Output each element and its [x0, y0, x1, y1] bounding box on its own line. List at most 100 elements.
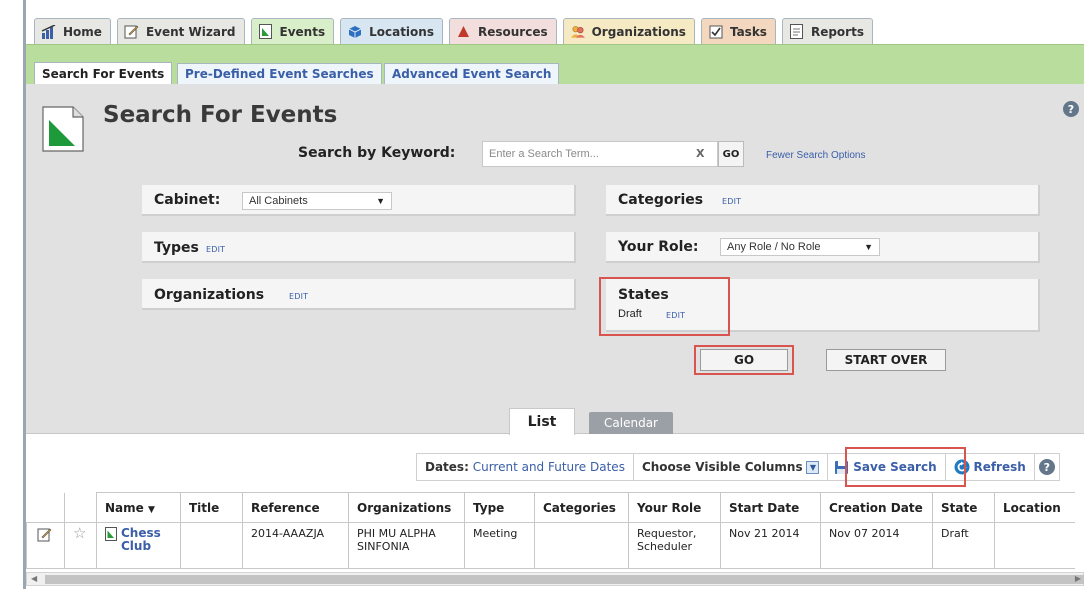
event-creation-date-cell: Nov 07 2014	[820, 522, 933, 569]
organizations-edit-link[interactable]: EDIT	[289, 292, 308, 301]
tab-calendar-view[interactable]: Calendar	[589, 412, 673, 434]
home-icon	[41, 24, 57, 40]
event-reference-cell: 2014-AAAZJA	[242, 522, 349, 569]
tab-locations[interactable]: Locations	[340, 18, 443, 44]
help-icon[interactable]: ?	[1063, 101, 1079, 117]
event-your-role-cell: Requestor, Scheduler	[628, 522, 721, 569]
column-header-title[interactable]: Title	[180, 492, 243, 523]
horizontal-scrollbar[interactable]: ◀ ▶	[26, 572, 1084, 586]
categories-filter: Categories EDIT	[606, 185, 1040, 216]
page-title: Search For Events	[103, 102, 338, 128]
column-header-type[interactable]: Type	[464, 492, 535, 523]
edit-column-header	[26, 492, 65, 523]
categories-label: Categories	[618, 192, 704, 208]
tab-home[interactable]: Home	[34, 18, 111, 44]
scroll-right-arrow-icon[interactable]: ▶	[1075, 573, 1081, 585]
column-header-state[interactable]: State	[932, 492, 995, 523]
refresh-label: Refresh	[973, 460, 1026, 474]
cabinet-filter: Cabinet: All Cabinets ▼	[142, 185, 576, 216]
edit-icon[interactable]	[37, 527, 52, 542]
event-name-cell: Chess Club	[96, 522, 181, 569]
your-role-filter: Your Role: Any Role / No Role ▼	[606, 232, 1040, 263]
sort-desc-icon: ▼	[147, 504, 155, 515]
people-icon	[570, 24, 586, 40]
checkbox-icon	[708, 24, 724, 40]
column-header-your-role[interactable]: Your Role	[628, 492, 721, 523]
event-start-date-cell: Nov 21 2014	[720, 522, 821, 569]
keyword-label: Search by Keyword:	[298, 145, 456, 161]
tab-events-label: Events	[279, 24, 326, 39]
star-outline-icon[interactable]: ☆	[73, 524, 86, 542]
event-categories-cell	[534, 522, 629, 569]
dropdown-arrow-icon: ▼	[864, 242, 873, 252]
types-label: Types	[154, 240, 199, 256]
scroll-left-arrow-icon[interactable]: ◀	[31, 573, 37, 585]
cabinet-label: Cabinet:	[154, 192, 221, 208]
event-organizations-cell: PHI MU ALPHA SINFONIA	[348, 522, 465, 569]
tab-home-label: Home	[63, 24, 102, 39]
table-row: ☆ Chess Club 2014-AAAZJA PHI MU ALPHA SI…	[26, 522, 1075, 569]
tab-reports[interactable]: Reports	[781, 18, 873, 44]
dates-value-link[interactable]: Current and Future Dates	[473, 460, 625, 474]
cube-icon	[347, 24, 363, 40]
start-over-button[interactable]: START OVER	[826, 349, 946, 371]
fewer-search-options-link[interactable]: Fewer Search Options	[766, 150, 866, 161]
tab-predefined-label: Pre-Defined Event Searches	[185, 67, 374, 81]
column-header-name[interactable]: Name ▼	[96, 492, 181, 523]
results-table: Name ▼ Title Reference Organizations Typ…	[26, 492, 1075, 569]
column-header-start-date[interactable]: Start Date	[720, 492, 821, 523]
clear-keyword-button[interactable]: X	[696, 147, 704, 160]
tab-event-wizard[interactable]: Event Wizard	[116, 18, 245, 44]
toolbar-help-button[interactable]: ?	[1035, 454, 1059, 480]
tab-organizations-label: Organizations	[591, 24, 686, 39]
choose-visible-columns[interactable]: Choose Visible Columns ▼	[634, 454, 829, 480]
event-title-cell	[180, 522, 243, 569]
column-header-location[interactable]: Location	[994, 492, 1075, 523]
types-edit-link[interactable]: EDIT	[206, 245, 225, 254]
tab-organizations[interactable]: Organizations	[562, 18, 695, 44]
main-nav-tabs: Home Event Wizard Events Locations Resou…	[34, 18, 873, 44]
keyword-search-input[interactable]: Enter a Search Term...	[482, 141, 718, 167]
dates-label: Dates:	[425, 460, 469, 474]
scrollbar-thumb[interactable]	[45, 575, 1084, 584]
your-role-select-value: Any Role / No Role	[727, 241, 821, 253]
event-document-icon	[258, 24, 274, 40]
pencil-icon	[124, 24, 140, 40]
edit-event-cell[interactable]	[26, 522, 65, 569]
column-header-organizations[interactable]: Organizations	[348, 492, 465, 523]
tab-tasks[interactable]: Tasks	[700, 18, 776, 44]
event-document-icon	[42, 106, 84, 152]
tab-predefined-event-searches[interactable]: Pre-Defined Event Searches	[177, 63, 382, 84]
event-document-icon	[105, 527, 117, 553]
tab-locations-label: Locations	[369, 24, 434, 39]
types-filter: Types EDIT	[142, 232, 576, 263]
table-header-row: Name ▼ Title Reference Organizations Typ…	[26, 492, 1075, 523]
categories-edit-link[interactable]: EDIT	[722, 197, 741, 206]
tab-search-for-events-label: Search For Events	[42, 66, 165, 81]
tab-search-for-events[interactable]: Search For Events	[34, 62, 173, 84]
your-role-select[interactable]: Any Role / No Role ▼	[720, 238, 880, 256]
highlight-states	[599, 277, 730, 336]
event-name-link[interactable]: Chess Club	[121, 527, 172, 553]
tab-resources-label: Resources	[477, 24, 548, 39]
cabinet-select[interactable]: All Cabinets ▼	[242, 192, 392, 210]
tab-resources[interactable]: Resources	[448, 18, 557, 44]
report-icon	[789, 24, 805, 40]
highlight-go	[694, 345, 794, 375]
column-header-creation-date[interactable]: Creation Date	[820, 492, 933, 523]
highlight-save-search	[845, 447, 966, 487]
favorite-cell[interactable]: ☆	[64, 522, 97, 569]
triangle-icon	[456, 24, 472, 40]
help-icon: ?	[1038, 459, 1055, 475]
tab-events[interactable]: Events	[250, 18, 335, 44]
choose-columns-label: Choose Visible Columns	[641, 460, 803, 474]
favorite-column-header	[64, 492, 97, 523]
tab-advanced-event-search[interactable]: Advanced Event Search	[384, 63, 560, 84]
tab-reports-label: Reports	[810, 24, 864, 39]
keyword-go-button[interactable]: GO	[718, 141, 744, 167]
dropdown-arrow-icon: ▼	[806, 460, 820, 474]
column-header-categories[interactable]: Categories	[534, 492, 629, 523]
tab-list-view[interactable]: List	[509, 408, 575, 435]
dates-filter[interactable]: Dates: Current and Future Dates	[417, 454, 634, 480]
column-header-reference[interactable]: Reference	[242, 492, 349, 523]
